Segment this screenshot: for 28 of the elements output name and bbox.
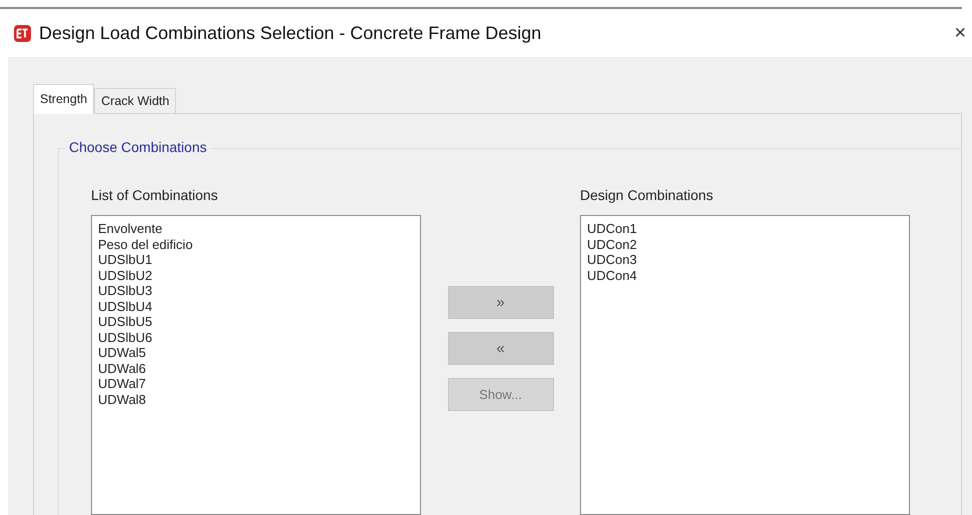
list-item[interactable]: UDCon4	[587, 268, 637, 283]
list-item[interactable]: UDSlbU4	[98, 298, 152, 314]
close-button[interactable]: ×	[954, 22, 972, 44]
list-box[interactable]: UDCon1 UDCon2 UDCon3 UDCon4	[580, 215, 910, 515]
list-box[interactable]: Envolvente Peso del edificio UDSlbU1 UDSlbU2 UDSlbU3 UDSlbU4 UDSlbU5 UDSlbU6 UDWal5 UDWal6 UDWal7 UDWal8	[91, 215, 421, 515]
list-item[interactable]: UDWal5	[98, 345, 146, 360]
list-item[interactable]: Envolvente	[98, 221, 162, 236]
move-button[interactable]: »	[448, 286, 554, 319]
app-logo-icon	[14, 24, 31, 42]
move-button[interactable]: «	[448, 332, 554, 365]
list-item[interactable]: UDSlbU3	[98, 283, 152, 298]
tab[interactable]: Strength	[33, 84, 94, 114]
list-item[interactable]: UDCon3	[587, 252, 637, 268]
list-item[interactable]: UDCon1	[587, 221, 637, 236]
list-label: Design Combinations	[580, 187, 714, 203]
list-item[interactable]: UDCon2	[587, 236, 637, 252]
list-item[interactable]: UDSlbU1	[98, 252, 152, 268]
list-label: List of Combinations	[91, 187, 219, 203]
tab[interactable]: Crack Width	[94, 88, 176, 113]
list-item[interactable]: UDSlbU5	[98, 314, 152, 330]
list-item[interactable]: UDWal6	[98, 360, 146, 376]
window-title: Design Load Combinations Selection - Concrete Frame Design	[39, 22, 542, 44]
list-item[interactable]: Peso del edificio	[98, 236, 193, 252]
list-item[interactable]: UDSlbU6	[98, 330, 152, 345]
group-title: Choose Combinations	[65, 139, 211, 155]
list-item[interactable]: UDWal7	[98, 376, 146, 392]
list-item[interactable]: UDWal8	[98, 392, 146, 407]
list-item[interactable]: UDSlbU2	[98, 268, 152, 283]
